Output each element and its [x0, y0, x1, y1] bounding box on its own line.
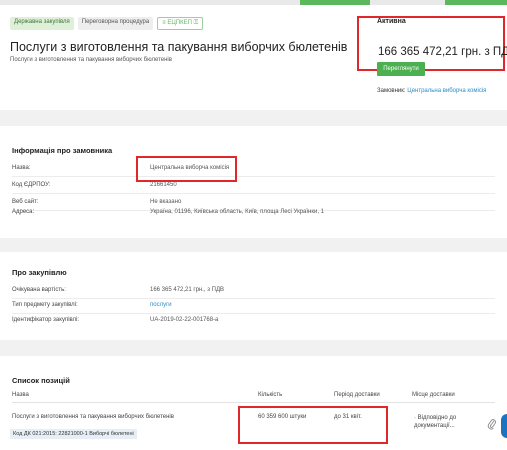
row-value: Не вказано — [150, 199, 182, 205]
row-key: Назва: — [12, 165, 31, 171]
item-delivery-place: · Відповідно до документації... — [414, 414, 456, 430]
organizer-line: Замовник: Центральна виборча комісія — [377, 88, 486, 94]
procurement-section-title: Про закупівлю — [12, 268, 67, 277]
customer-name-highlight-box — [136, 156, 237, 182]
badge-signature: ≡ ЕЦПКЕП ⚿ — [157, 17, 204, 30]
item-cpv-code: Код ДК 021:2015: 22821000-1 Виборчі бюле… — [10, 429, 137, 439]
row-key: Очікувана вартість: — [12, 287, 66, 293]
customer-row-address: Адреса: Україна, 01196, Київська область… — [12, 206, 495, 221]
page-subtitle: Послуги з виготовлення та пакування вибо… — [10, 57, 172, 63]
tender-header-card: Державна закупівля Переговорна процедура… — [0, 5, 507, 110]
item-name: Послуги з виготовлення та пакування вибо… — [12, 414, 174, 420]
row-key: Код ЄДРПОУ: — [12, 182, 51, 188]
tender-amount: 166 365 472,21 грн. з ПДВ — [378, 46, 507, 58]
column-header-delivery-period: Період доставки — [334, 392, 380, 398]
customer-row-name: Назва: Центральна виборча комісія — [12, 162, 495, 177]
row-value: послуги — [150, 302, 172, 308]
page-title: Послуги з виготовлення та пакування вибо… — [10, 40, 348, 54]
row-key: Веб сайт: — [12, 199, 39, 205]
row-key: Адреса: — [12, 209, 35, 215]
status-badge: Активна — [377, 18, 406, 25]
row-value: UA-2019-02-22-001768-a — [150, 317, 219, 323]
row-value: 21661450 — [150, 182, 177, 188]
row-value: Україна, 01196, Київська область, Київ, … — [150, 209, 325, 215]
procurement-row-expected-value: Очікувана вартість: 166 365 472,21 грн.,… — [12, 284, 495, 299]
customer-row-edrpou: Код ЄДРПОУ: 21661450 — [12, 179, 495, 194]
procurement-row-identifier: Ідентифікатор закупівлі: UA-2019-02-22-0… — [12, 314, 495, 329]
customer-section-title: Інформація про замовника — [12, 146, 113, 155]
delivery-line-2: документації... — [414, 423, 455, 429]
column-header-delivery-place: Місце доставки — [412, 392, 455, 398]
row-value: 166 365 472,21 грн., з ПДВ — [150, 287, 225, 293]
table-header-divider — [12, 402, 495, 403]
organizer-label: Замовник: — [377, 88, 406, 94]
items-section-title: Список позицій — [12, 376, 70, 385]
procurement-row-subject-type: Тип предмету закупівлі: послуги — [12, 299, 495, 314]
items-list-card: Список позицій Назва Кількість Період до… — [0, 356, 507, 450]
view-button[interactable]: Переглянути — [377, 62, 425, 76]
customer-info-card: Інформація про замовника Назва: Централь… — [0, 126, 507, 238]
column-header-name: Назва — [12, 392, 29, 398]
paperclip-icon[interactable] — [487, 418, 497, 430]
delivery-line-1: · Відповідно до — [414, 415, 457, 421]
badge-negotiation-procedure: Переговорна процедура — [77, 17, 154, 30]
organizer-link[interactable]: Центральна виборча комісія — [407, 88, 486, 94]
tender-badges: Державна закупівля Переговорна процедура… — [10, 17, 204, 30]
procurement-card: Про закупівлю Очікувана вартість: 166 36… — [0, 252, 507, 340]
side-widget-tab[interactable] — [501, 414, 507, 438]
column-header-quantity: Кількість — [258, 392, 283, 398]
row-key: Ідентифікатор закупівлі: — [12, 317, 80, 323]
row-key: Тип предмету закупівлі: — [12, 302, 78, 308]
quantity-period-highlight-box — [238, 406, 388, 444]
badge-government-procurement: Державна закупівля — [10, 17, 74, 30]
